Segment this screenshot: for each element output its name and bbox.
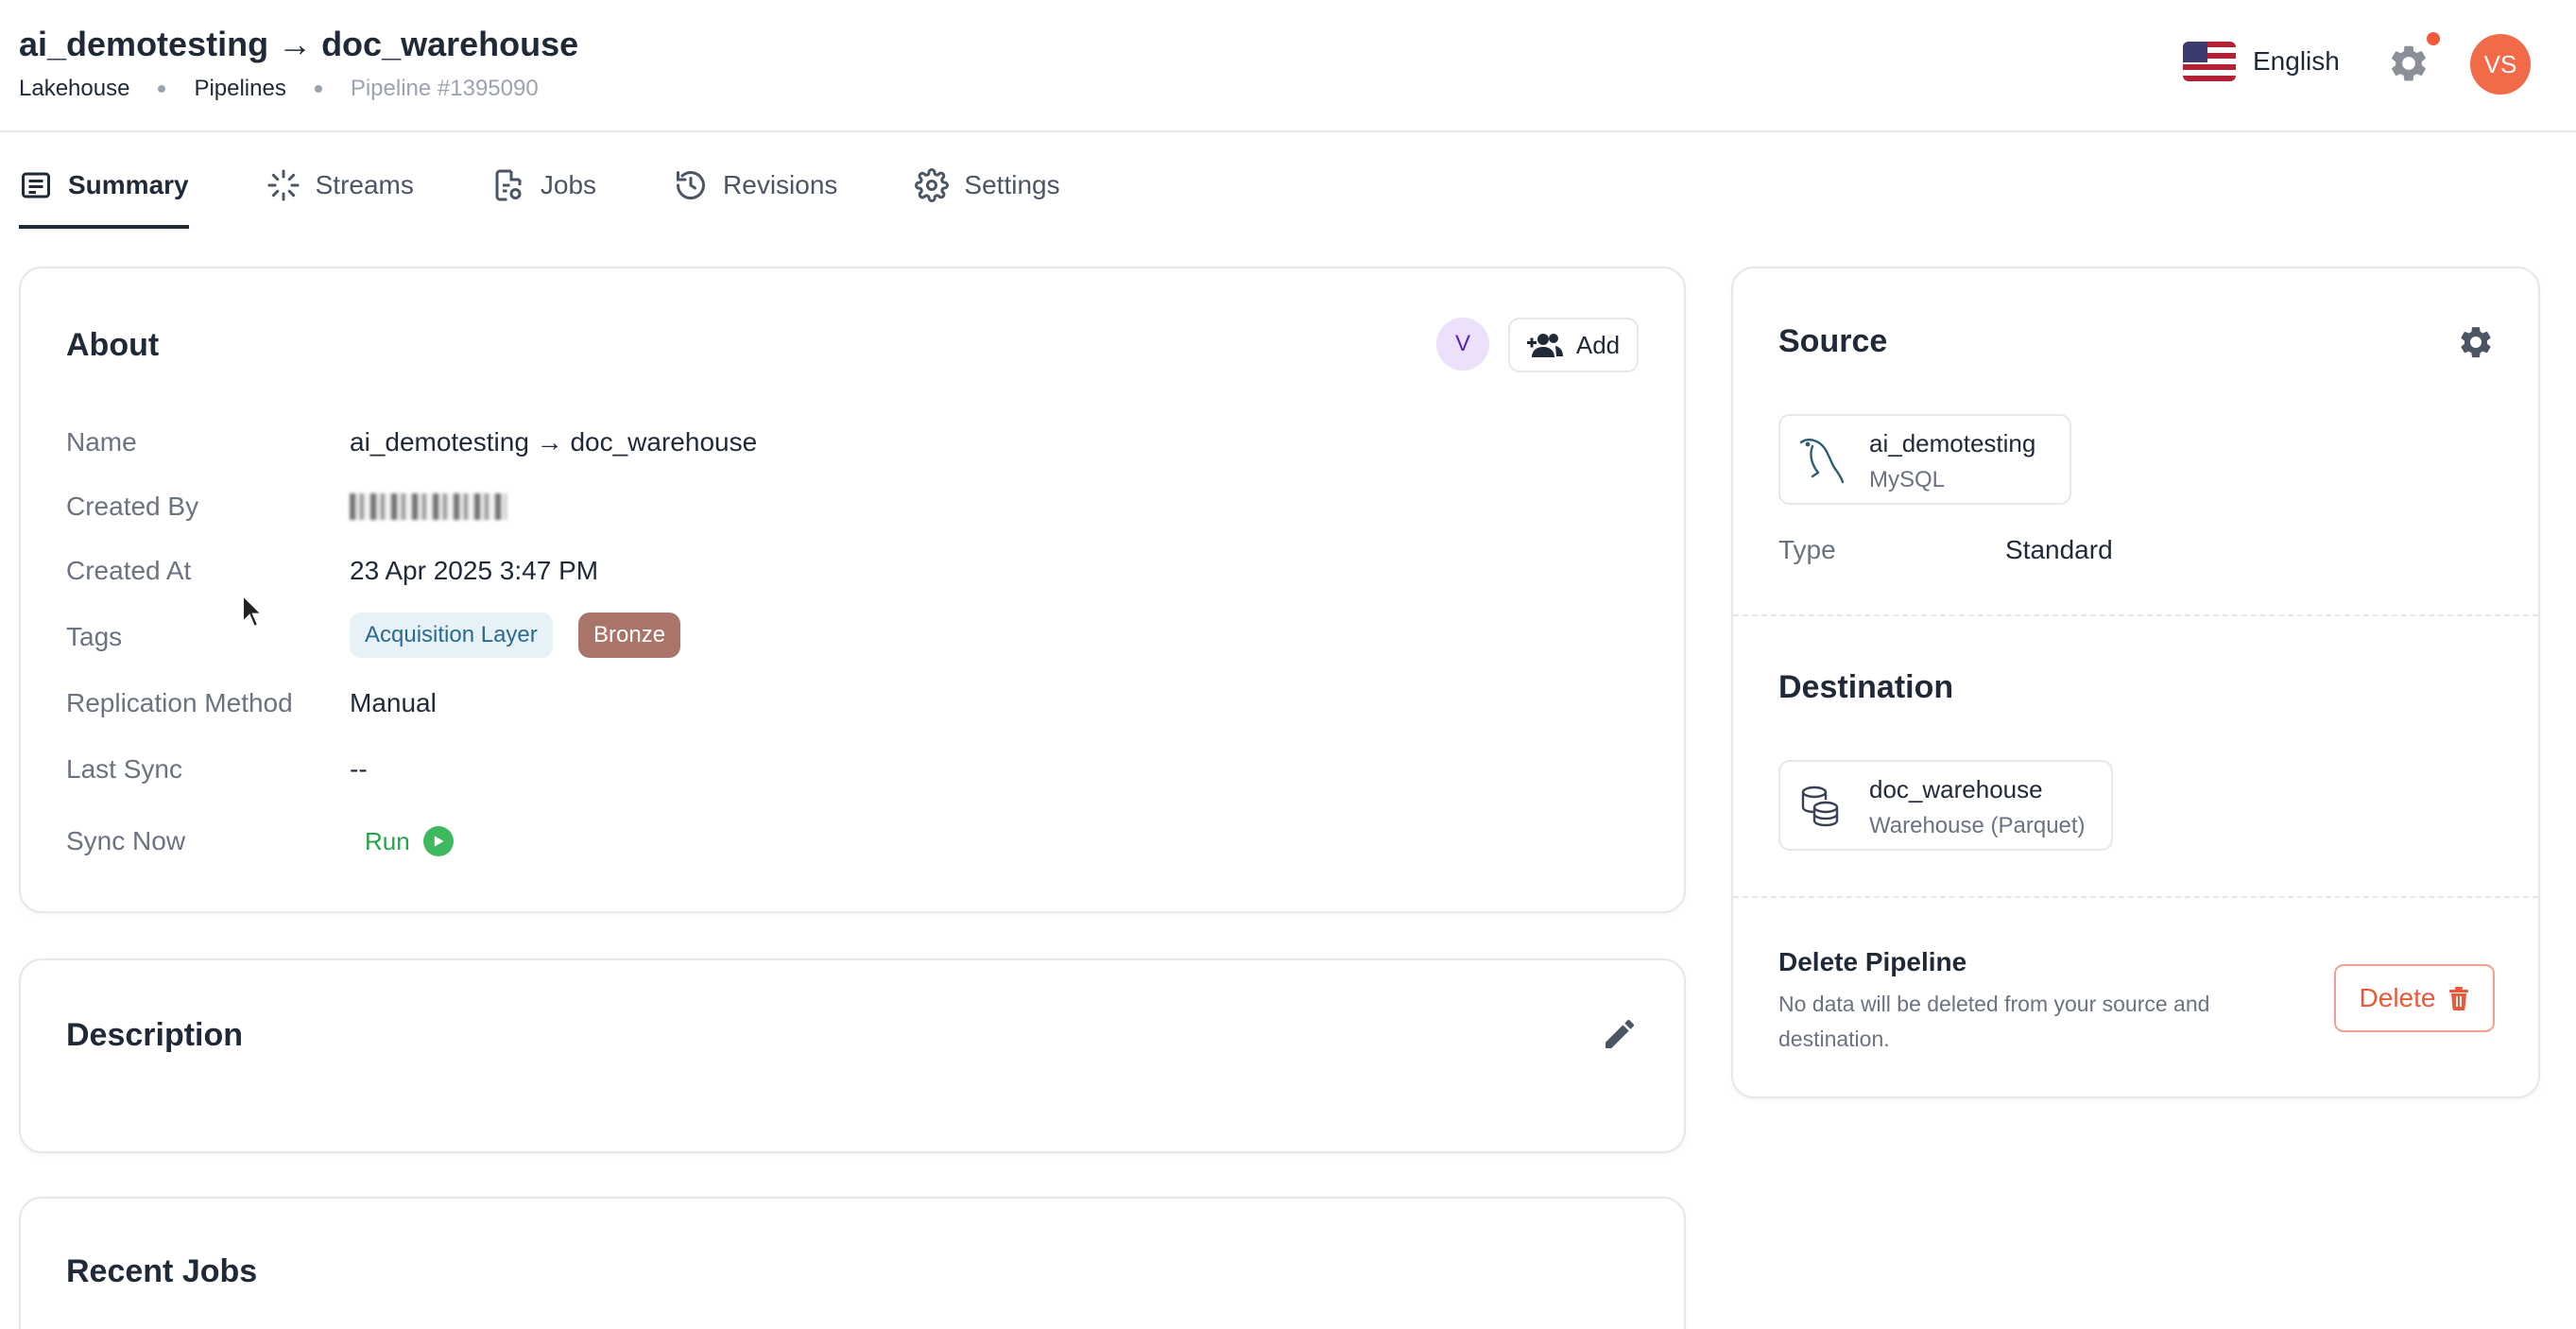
destination-title: Destination [1778, 669, 1954, 705]
us-flag-icon [2183, 42, 2236, 81]
tab-jobs[interactable]: Jobs [491, 161, 596, 210]
description-card: Description [19, 958, 1686, 1153]
replication-method-value: Manual [350, 688, 437, 717]
run-sync-button[interactable]: Run [365, 826, 454, 856]
play-icon [422, 826, 454, 856]
last-sync-value: -- [350, 754, 368, 784]
user-avatar[interactable]: VS [2470, 34, 2531, 95]
tab-revisions[interactable]: Revisions [674, 161, 837, 210]
source-connector-chip[interactable]: ai_demotesting MySQL [1778, 414, 2071, 505]
tab-settings[interactable]: Settings [915, 161, 1060, 210]
tag-acquisition-layer[interactable]: Acquisition Layer [350, 613, 553, 658]
delete-label: Delete [2359, 983, 2436, 1012]
source-type-value: Standard [2005, 535, 2113, 564]
tab-label: Summary [68, 170, 189, 199]
delete-pipeline-button[interactable]: Delete [2334, 964, 2495, 1032]
sync-now-label: Sync Now [66, 826, 186, 855]
tab-bar: Summary Streams Jobs Revisions Settings [19, 161, 1138, 229]
tab-streams[interactable]: Streams [266, 161, 414, 210]
source-title: Source [1778, 323, 1888, 359]
created-by-label: Created By [66, 492, 199, 521]
collaborator-avatar[interactable]: V [1436, 318, 1489, 371]
source-type-label: Type [1778, 535, 1836, 564]
delete-pipeline-description: No data will be deleted from your source… [1778, 992, 2210, 1051]
add-label: Add [1575, 330, 1621, 359]
about-title: About [66, 327, 160, 363]
about-card: About V Add Name ai_demotesting → doc_wa… [19, 267, 1686, 913]
trash-icon [2449, 987, 2469, 1010]
destination-connector-chip[interactable]: doc_warehouse Warehouse (Parquet) [1778, 760, 2113, 851]
add-users-icon [1526, 334, 1563, 357]
breadcrumb-current: Pipeline #1395090 [350, 76, 539, 101]
history-icon [677, 171, 706, 200]
tab-label: Settings [964, 170, 1060, 199]
gear-icon[interactable] [2387, 42, 2430, 85]
breadcrumb-separator [314, 85, 322, 93]
description-title: Description [66, 1017, 244, 1053]
warehouse-database-icon [1801, 785, 1839, 827]
tags-label: Tags [66, 622, 123, 651]
edit-pencil-icon[interactable] [1601, 1015, 1639, 1053]
tab-label: Streams [315, 170, 414, 199]
delete-pipeline-title: Delete Pipeline [1778, 947, 1967, 976]
source-settings-gear-icon[interactable] [2457, 323, 2495, 361]
add-collaborator-button[interactable]: Add [1508, 318, 1639, 372]
jobs-icon [495, 169, 522, 201]
created-at-value: 23 Apr 2025 3:47 PM [350, 556, 599, 585]
tab-label: Jobs [540, 170, 597, 199]
breadcrumb: Lakehouse Pipelines Pipeline #1395090 [19, 76, 539, 102]
created-by-value-redacted [350, 493, 507, 520]
replication-method-label: Replication Method [66, 688, 293, 717]
created-at-label: Created At [66, 556, 192, 585]
section-divider [1733, 896, 2538, 898]
summary-icon [22, 172, 50, 198]
tab-label: Revisions [723, 170, 838, 199]
name-label: Name [66, 427, 137, 457]
run-label: Run [365, 826, 410, 855]
recent-jobs-card: Recent Jobs [19, 1197, 1686, 1329]
page-title: ai_demotesting → doc_warehouse [19, 25, 579, 63]
language-label: English [2253, 46, 2340, 76]
streams-icon [267, 169, 300, 201]
mouse-cursor-icon [242, 594, 264, 629]
mysql-dolphin-icon [1799, 439, 1845, 484]
breadcrumb-pipelines[interactable]: Pipelines [194, 76, 285, 102]
source-connector-name: ai_demotesting [1869, 429, 2036, 457]
destination-connector-type: Warehouse (Parquet) [1869, 813, 2086, 838]
destination-connector-name: doc_warehouse [1869, 775, 2043, 803]
gear-icon [915, 168, 950, 202]
language-selector[interactable]: English [2183, 42, 2340, 81]
top-header: ai_demotesting → doc_warehouse Lakehouse… [0, 0, 2576, 132]
source-destination-card: Source ai_demotesting MySQL Type Standar… [1731, 267, 2540, 1098]
name-value: ai_demotesting → doc_warehouse [350, 427, 758, 457]
tab-summary[interactable]: Summary [19, 161, 189, 229]
breadcrumb-lakehouse[interactable]: Lakehouse [19, 76, 129, 102]
section-divider [1733, 614, 2538, 616]
last-sync-label: Last Sync [66, 754, 182, 784]
recent-jobs-title: Recent Jobs [66, 1253, 258, 1289]
tag-bronze[interactable]: Bronze [578, 613, 681, 658]
source-connector-type: MySQL [1869, 467, 1946, 492]
breadcrumb-separator [158, 85, 166, 93]
notification-badge [2427, 32, 2440, 45]
